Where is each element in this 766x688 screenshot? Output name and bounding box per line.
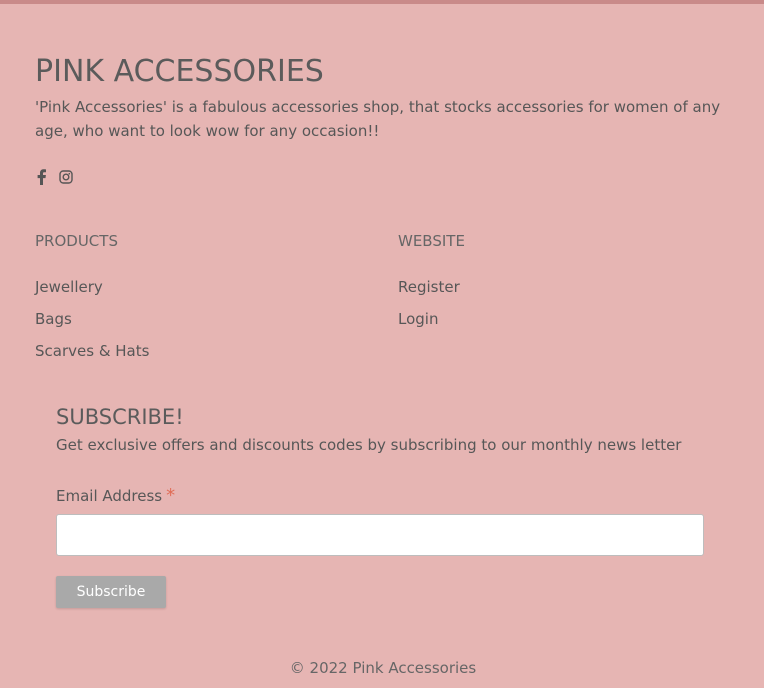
social-links: [35, 169, 73, 185]
facebook-link[interactable]: [35, 169, 49, 185]
subscribe-title: SUBSCRIBE!: [56, 405, 184, 429]
site-footer: PINK ACCESSORIES 'Pink Accessories' is a…: [0, 0, 764, 688]
facebook-icon: [37, 169, 46, 185]
email-input[interactable]: [56, 514, 704, 556]
copyright-text: © 2022 Pink Accessories: [289, 659, 477, 677]
subscribe-description: Get exclusive offers and discounts codes…: [56, 436, 682, 454]
instagram-icon: [59, 170, 73, 184]
brand-description: 'Pink Accessories' is a fabulous accesso…: [35, 98, 721, 140]
link-jewellery[interactable]: Jewellery: [35, 278, 103, 296]
website-heading: WEBSITE: [398, 232, 465, 250]
subscribe-button[interactable]: Subscribe: [56, 576, 166, 608]
link-register[interactable]: Register: [398, 278, 460, 296]
link-login[interactable]: Login: [398, 310, 438, 328]
required-asterisk: *: [166, 485, 176, 506]
products-heading: PRODUCTS: [35, 232, 118, 250]
link-scarves-hats[interactable]: Scarves & Hats: [35, 342, 149, 360]
email-label: Email Address *: [56, 485, 175, 506]
instagram-link[interactable]: [59, 169, 73, 185]
brand-title: PINK ACCESSORIES: [35, 54, 324, 89]
email-label-text: Email Address: [56, 487, 163, 505]
link-bags[interactable]: Bags: [35, 310, 72, 328]
